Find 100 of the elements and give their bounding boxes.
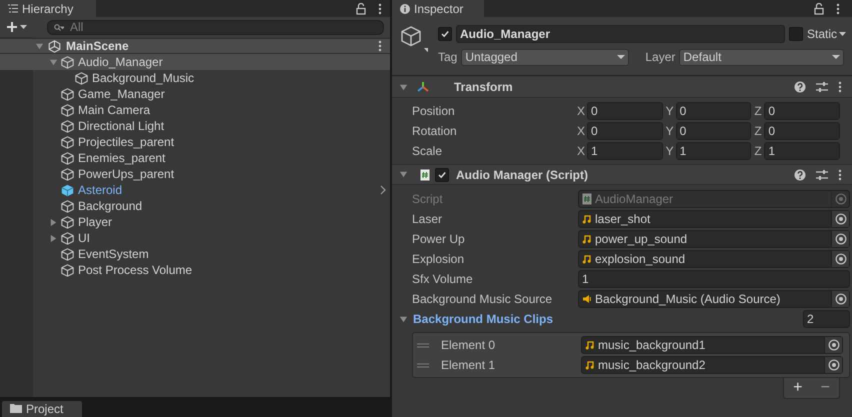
static-dropdown[interactable]: Static — [806, 25, 846, 43]
audio-clip-icon — [582, 254, 592, 264]
drag-handle-icon[interactable] — [417, 342, 429, 348]
caret-icon — [617, 54, 626, 60]
object-picker-icon[interactable] — [834, 213, 846, 225]
expanded-arrow-icon[interactable] — [399, 82, 408, 92]
more-icon[interactable] — [836, 2, 840, 14]
property-label: Script — [412, 191, 444, 208]
axis-label: Y — [666, 143, 674, 160]
hierarchy-item[interactable]: Background_Music — [0, 70, 390, 86]
object-picker-icon[interactable] — [834, 253, 846, 265]
object-field[interactable]: music_background1 — [581, 336, 843, 354]
unity-logo-icon — [48, 40, 61, 52]
number-field[interactable]: 0 — [676, 102, 752, 120]
property-label: Power Up — [412, 231, 466, 248]
property-label: Scale — [412, 143, 444, 160]
more-icon[interactable] — [378, 2, 382, 14]
hierarchy-item[interactable]: Game_Manager — [0, 86, 390, 102]
cube-icon — [61, 264, 74, 276]
component-header[interactable]: Audio Manager (Script) — [392, 164, 852, 185]
hierarchy-item-label: Post Process Volume — [78, 262, 192, 279]
scene-header[interactable]: MainScene — [0, 38, 390, 54]
name-field[interactable]: Audio_Manager — [456, 25, 785, 43]
preset-icon[interactable] — [816, 168, 828, 180]
component-enabled-checkbox[interactable] — [435, 168, 449, 182]
element-label: Element 1 — [441, 357, 496, 374]
number-field[interactable]: 0 — [764, 102, 840, 120]
hierarchy-item[interactable]: Player — [0, 214, 390, 230]
hierarchy-item[interactable]: Main Camera — [0, 102, 390, 118]
audio-clip-icon — [582, 214, 592, 224]
object-field[interactable]: explosion_sound — [578, 250, 850, 268]
object-picker-icon[interactable] — [834, 293, 846, 305]
list-size-field[interactable]: 2 — [803, 310, 850, 328]
audio-clip-icon — [582, 234, 592, 244]
search-field[interactable]: All — [47, 20, 384, 34]
help-icon[interactable] — [794, 81, 806, 93]
hierarchy-item[interactable]: Enemies_parent — [0, 150, 390, 166]
add-dropdown[interactable] — [6, 21, 27, 33]
object-field[interactable]: Background_Music (Audio Source) — [578, 290, 850, 308]
hierarchy-item-label: Enemies_parent — [78, 150, 166, 167]
hierarchy-item[interactable]: Asteroid — [0, 182, 390, 198]
preset-icon[interactable] — [816, 81, 828, 93]
project-tab[interactable]: Project — [2, 401, 82, 417]
hierarchy-item[interactable]: Background — [0, 198, 390, 214]
hierarchy-item[interactable]: Directional Light — [0, 118, 390, 134]
number-field[interactable]: 0 — [587, 102, 663, 120]
layer-dropdown[interactable]: Default — [679, 48, 844, 66]
object-field[interactable]: music_background2 — [581, 356, 843, 374]
add-element-button[interactable]: + — [793, 380, 802, 396]
object-field[interactable]: laser_shot — [578, 210, 850, 228]
number-field[interactable]: 1 — [764, 142, 840, 160]
expanded-arrow-icon[interactable] — [399, 170, 408, 179]
hierarchy-item[interactable]: Audio_Manager — [0, 54, 390, 70]
number-field[interactable]: 0 — [587, 122, 663, 140]
help-icon[interactable] — [794, 168, 806, 180]
hierarchy-item[interactable]: Post Process Volume — [0, 262, 390, 278]
property-label: Rotation — [412, 123, 458, 140]
tab-label: Project — [26, 402, 64, 416]
lock-icon[interactable] — [814, 2, 824, 14]
list-label[interactable]: Background Music Clips — [413, 310, 554, 328]
more-icon[interactable] — [838, 168, 842, 180]
expanded-arrow-icon[interactable] — [35, 42, 44, 50]
component-header[interactable]: Transform — [392, 77, 852, 98]
more-icon[interactable] — [378, 40, 382, 52]
lock-icon[interactable] — [356, 2, 366, 14]
tag-dropdown[interactable]: Untagged — [461, 48, 630, 66]
number-field[interactable]: 1 — [676, 142, 752, 160]
object-field[interactable]: power_up_sound — [578, 230, 850, 248]
active-checkbox[interactable] — [438, 27, 452, 41]
tab-label: Hierarchy — [22, 0, 74, 18]
number-field[interactable]: 1 — [578, 270, 850, 288]
number-field[interactable]: 1 — [587, 142, 663, 160]
number-field[interactable]: 0 — [764, 122, 840, 140]
static-checkbox[interactable] — [788, 27, 803, 41]
hierarchy-item[interactable]: PowerUps_parent — [0, 166, 390, 182]
open-prefab-chevron-icon[interactable] — [380, 185, 386, 195]
collapsed-arrow-icon[interactable] — [49, 218, 58, 226]
collapsed-arrow-icon[interactable] — [49, 234, 58, 242]
cube-icon — [61, 56, 74, 68]
hierarchy-item[interactable]: EventSystem — [0, 246, 390, 262]
hierarchy-item[interactable]: UI — [0, 230, 390, 246]
object-picker-icon[interactable] — [834, 233, 846, 245]
hierarchy-item-label: Game_Manager — [78, 86, 165, 103]
plus-icon — [6, 21, 18, 33]
hierarchy-item-label: Background — [78, 198, 142, 215]
object-picker-icon[interactable] — [828, 359, 840, 371]
hierarchy-tab[interactable]: Hierarchy — [0, 0, 96, 17]
more-icon[interactable] — [838, 81, 842, 93]
hierarchy-item[interactable]: Projectiles_parent — [0, 134, 390, 150]
object-picker-icon[interactable] — [828, 339, 840, 351]
remove-element-button[interactable]: − — [820, 380, 830, 396]
drag-handle-icon[interactable] — [417, 362, 429, 368]
inspector-tab[interactable]: Inspector — [392, 0, 484, 17]
number-field[interactable]: 0 — [676, 122, 752, 140]
axis-label: X — [577, 103, 585, 120]
hierarchy-item-label: Directional Light — [78, 118, 164, 135]
cube-icon — [61, 232, 74, 244]
script-icon — [582, 193, 592, 205]
expanded-arrow-icon[interactable] — [49, 58, 58, 66]
expanded-arrow-icon[interactable] — [399, 314, 408, 324]
